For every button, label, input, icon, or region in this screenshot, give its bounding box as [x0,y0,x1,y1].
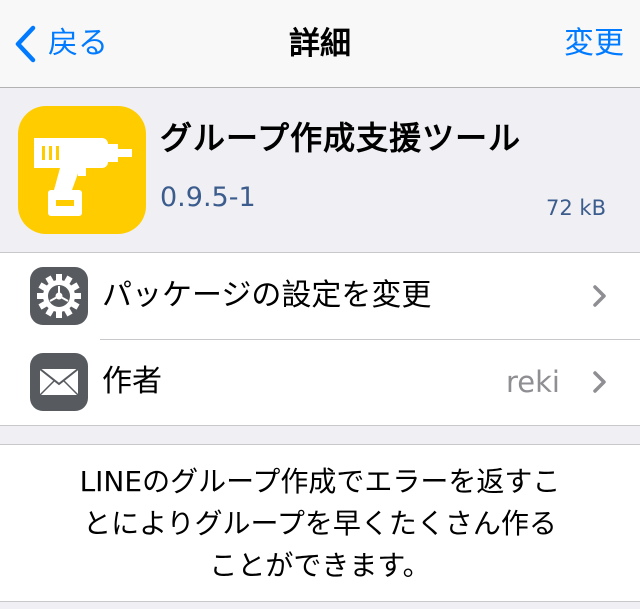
back-button[interactable]: 戻る [14,22,108,66]
action-list: パッケージの設定を変更 作者 reki [0,252,640,426]
package-size: 72 kB [546,196,606,220]
package-version: 0.9.5-1 [160,182,256,213]
modify-button[interactable]: 変更 [564,22,624,66]
package-description: LINEのグループ作成でエラーを返すこ とによりグループを早くたくさん作る こと… [79,465,561,582]
chevron-right-icon [592,284,608,308]
gear-icon [30,267,88,325]
author-row[interactable]: 作者 reki [0,339,640,425]
back-button-label: 戻る [48,26,108,61]
package-settings-row[interactable]: パッケージの設定を変更 [0,253,640,339]
chevron-left-icon [14,25,36,63]
package-header: グループ作成支援ツール 0.9.5-1 72 kB [0,88,640,252]
row-label: パッケージの設定を変更 [102,278,432,313]
navigation-bar: 戻る 詳細 変更 [0,0,640,88]
mail-icon [30,353,88,411]
author-name: reki [506,365,560,399]
description-section: LINEのグループ作成でエラーを返すこ とによりグループを早くたくさん作る こと… [0,444,640,602]
chevron-right-icon [592,370,608,394]
row-label: 作者 [102,364,162,399]
drill-icon [18,106,146,234]
package-name: グループ作成支援ツール [160,119,522,157]
